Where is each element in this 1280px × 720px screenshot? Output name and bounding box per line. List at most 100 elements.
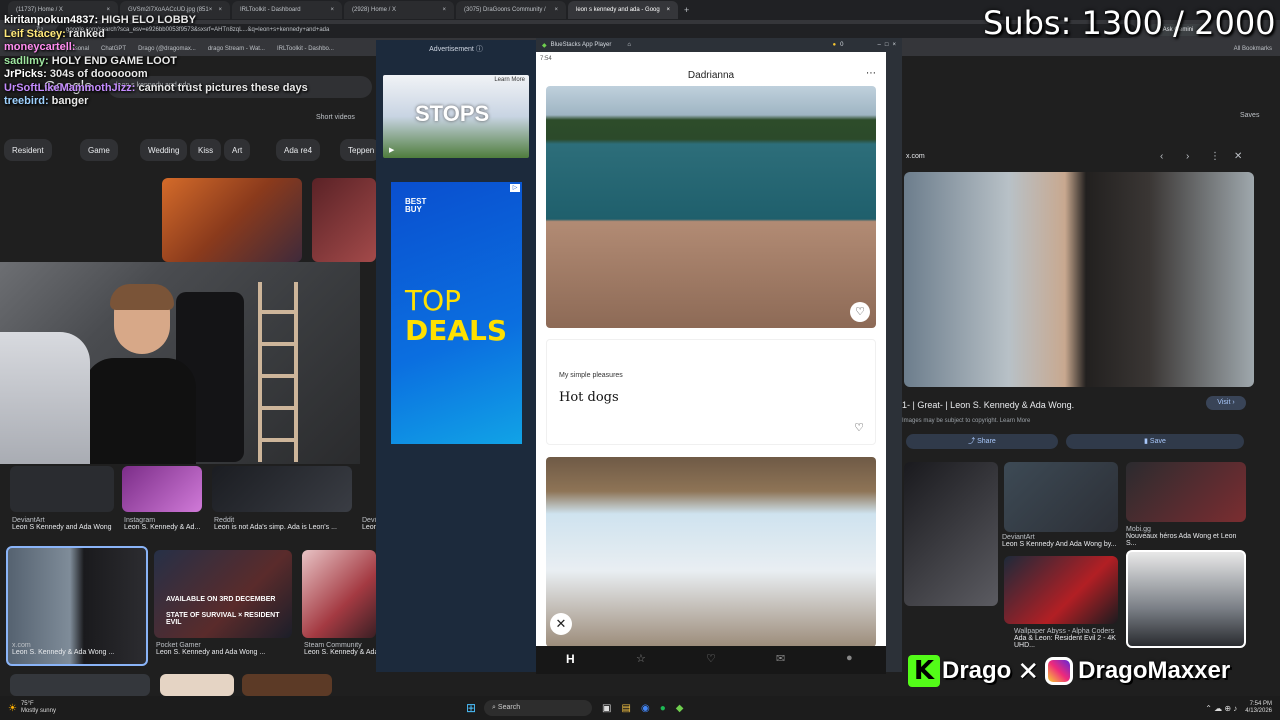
filter-chip[interactable]: Kiss (190, 139, 222, 161)
image-result[interactable] (160, 674, 234, 696)
weather-widget[interactable]: 75°F Mostly sunny (21, 701, 56, 715)
close-icon[interactable]: × (892, 42, 896, 48)
copyright-note: Images may be subject to copyright. Lear… (902, 418, 1031, 424)
golf-video-ad[interactable]: Learn More STOPS ▶ (383, 75, 529, 158)
close-icon[interactable]: × (554, 7, 558, 13)
profile-photo: ♡ (546, 86, 876, 328)
image-result[interactable]: AVAILABLE ON 3RD DECEMBER STATE OF SURVI… (154, 550, 292, 638)
image-result[interactable] (10, 674, 150, 696)
all-bookmarks[interactable]: All Bookmarks (1234, 46, 1272, 52)
chrome-icon[interactable]: ◉ (641, 703, 650, 714)
source-domain[interactable]: x.com (906, 153, 925, 160)
streamer (84, 284, 196, 464)
best-buy-ad[interactable]: BEST BUY ▷ TOP DEALS (391, 182, 522, 444)
maximize-icon[interactable]: □ (885, 42, 889, 48)
best-buy-logo: BEST BUY (405, 197, 427, 214)
chat-message: JrPicks: 304s of doooooom (4, 68, 148, 80)
filter-chip[interactable]: Teppen (340, 139, 380, 161)
ad-close-icon[interactable]: ▷ (510, 184, 520, 192)
prev-icon[interactable]: ‹ (1160, 151, 1163, 162)
status-time: 7:54 (540, 56, 552, 62)
new-tab-icon[interactable]: + (684, 5, 689, 15)
filter-chip[interactable]: Wedding (140, 139, 188, 161)
close-icon[interactable]: × (442, 7, 446, 13)
image-result[interactable] (10, 178, 152, 262)
start-icon[interactable]: ⊞ (466, 701, 476, 715)
taskbar-search[interactable]: ⌕ Search (484, 700, 593, 716)
play-icon[interactable]: ▶ (389, 146, 394, 154)
profile-icon[interactable]: ● (846, 652, 853, 664)
result-caption[interactable]: Instagram Leon S. Kennedy & Ad... (124, 517, 214, 531)
explorer-icon[interactable]: ▤ (622, 703, 631, 714)
browser-tab[interactable]: (3075) DraGoons Community / × (456, 1, 566, 19)
browser-tab[interactable]: (2928) Home / X × (344, 1, 454, 19)
image-result[interactable] (302, 550, 376, 638)
image-result[interactable] (242, 674, 332, 696)
coin-icon: ● (832, 42, 837, 48)
result-caption[interactable]: Reddit Leon is not Ada's simp. Ada is Leo… (214, 517, 354, 531)
close-icon[interactable]: × (106, 7, 110, 13)
ad-headline: STOPS (415, 101, 490, 126)
bluestacks-titlebar: ◆ BlueStacks App Player ⌂ ● 0 – □ × (536, 38, 902, 52)
close-icon[interactable]: ✕ (1234, 151, 1242, 162)
more-options-icon[interactable]: ⋮ (1210, 151, 1220, 162)
image-result[interactable] (162, 178, 302, 262)
likes-icon[interactable]: ♡ (706, 652, 716, 665)
visit-button[interactable]: Visit › (1206, 396, 1246, 410)
standouts-icon[interactable]: ☆ (636, 652, 646, 665)
related-image[interactable] (904, 462, 998, 606)
info-icon[interactable]: ⓘ (476, 46, 483, 53)
share-button[interactable]: ⤴ Share (906, 434, 1058, 449)
related-image[interactable] (1126, 462, 1246, 522)
minimize-icon[interactable]: – (878, 42, 881, 48)
image-result[interactable] (10, 466, 114, 512)
tray-icons[interactable]: ⌃ ☁ ⊕ ♪ (1205, 704, 1237, 713)
hinge-home-icon[interactable]: H (566, 652, 575, 666)
browser-tab-active[interactable]: leon s kennedy and ada - Goog × (568, 1, 678, 19)
result-caption[interactable]: Pocket Gamer Leon S. Kennedy and Ada Wong… (156, 642, 296, 656)
like-button[interactable]: ♡ (850, 302, 870, 322)
close-button[interactable]: ✕ (550, 613, 572, 635)
next-icon[interactable]: › (1186, 151, 1189, 162)
close-icon[interactable]: × (218, 7, 222, 13)
result-caption[interactable]: x.com Leon S. Kennedy & Ada Wong ... (12, 642, 142, 656)
like-button[interactable]: ♡ (849, 418, 869, 438)
image-title[interactable]: 1- | Great- | Leon S. Kennedy & Ada Wong… (902, 400, 1074, 410)
filter-chip[interactable]: Ada re4 (276, 139, 321, 161)
home-icon[interactable]: ⌂ (627, 42, 631, 48)
prompt-answer: Hot dogs (559, 390, 619, 405)
result-caption[interactable]: Mobi.gg Nouveaux héros Ada Wong et Leon S… (1126, 526, 1246, 547)
filter-chip[interactable]: Art (224, 139, 251, 161)
weather-icon[interactable]: ☀ (8, 703, 17, 714)
messages-icon[interactable]: ✉ (776, 652, 785, 665)
ad-headline: TOP (405, 284, 462, 317)
short-videos-tab[interactable]: Short videos (316, 114, 355, 121)
instagram-username: DragoMaxxer (1078, 657, 1231, 684)
filter-chip[interactable]: Resident (4, 139, 52, 161)
related-image[interactable] (1004, 556, 1118, 624)
result-caption[interactable]: DeviantArt Leon S Kennedy And Ada Wong by… (1002, 534, 1122, 548)
result-caption[interactable]: DeviantArt Leon S Kennedy and Ada Wong (12, 517, 122, 531)
clock[interactable]: 7:54 PM 4/13/2026 (1245, 701, 1272, 715)
image-result[interactable] (212, 466, 352, 512)
image-result[interactable] (312, 178, 376, 262)
filter-chip[interactable]: Game (80, 139, 118, 161)
result-caption[interactable]: Steam CommunityLeon S. Kennedy & Ada Won… (304, 642, 380, 656)
taskview-icon[interactable]: ▣ (602, 703, 611, 714)
blanket (0, 332, 90, 464)
close-icon[interactable]: × (666, 7, 670, 13)
close-icon[interactable]: × (330, 7, 334, 13)
app-icon[interactable]: ◆ (676, 703, 684, 714)
learn-more-button[interactable]: Learn More (494, 77, 525, 83)
preview-image[interactable] (904, 172, 1254, 387)
save-button[interactable]: ▮ Save (1066, 434, 1244, 449)
chat-message: sadlImy: HOLY END GAME LOOT (4, 54, 177, 67)
related-image[interactable] (1004, 462, 1118, 532)
more-options-icon[interactable]: ⋯ (866, 68, 876, 79)
image-result[interactable] (122, 466, 202, 512)
result-caption[interactable]: Wallpaper Abyss - Alpha Coders Ada & Leon… (1014, 628, 1124, 649)
related-image[interactable] (1126, 550, 1246, 648)
x-logo-icon: ✕ (1017, 655, 1040, 686)
saves-link[interactable]: Saves (1240, 112, 1259, 119)
spotify-icon[interactable]: ● (660, 703, 666, 714)
